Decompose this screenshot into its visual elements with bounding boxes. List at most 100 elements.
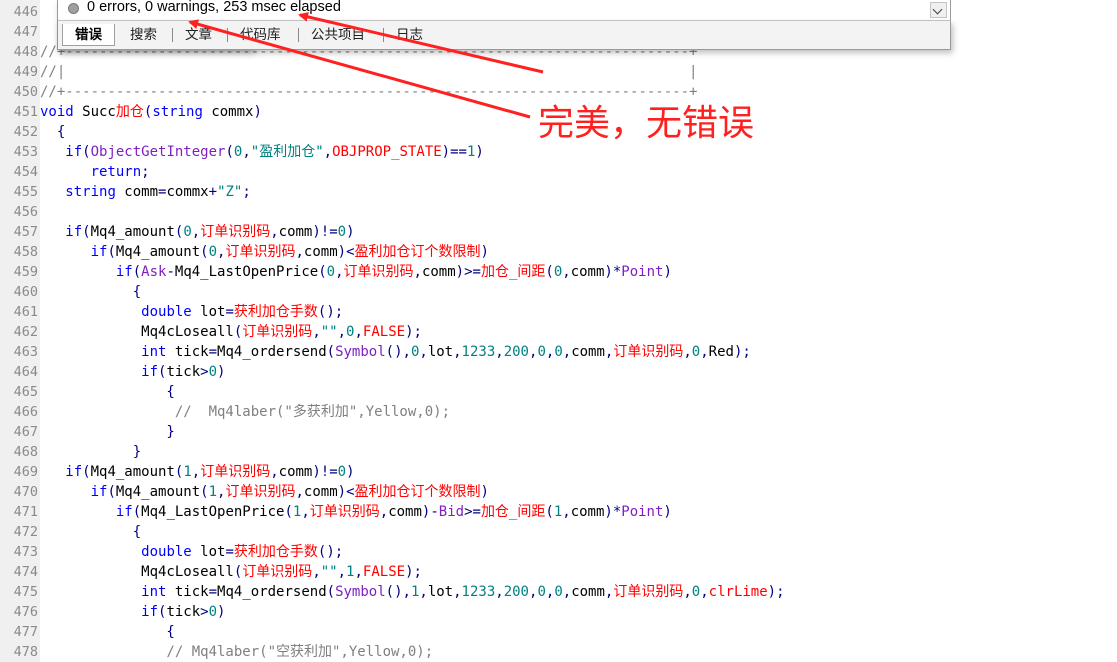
code-line[interactable]: 478 // Mq4laber("空获利加",Yellow,0); — [0, 642, 1117, 662]
code-token: comm — [570, 504, 605, 520]
code-text: if(Mq4_amount(0,订单识别码,comm)<盈利加仓订个数限制) — [40, 242, 489, 262]
code-token: commx — [166, 184, 209, 200]
line-number: 451 — [13, 104, 38, 120]
code-token: if — [65, 144, 83, 160]
code-token: 200 — [503, 584, 529, 600]
code-text: int tick=Mq4_ordersend(Symbol(),1,lot,12… — [40, 582, 784, 602]
code-token: , — [270, 224, 279, 240]
code-line[interactable]: 456 — [0, 202, 1117, 222]
code-token: Mq4_ordersend — [217, 584, 327, 600]
code-line[interactable]: 459 if(Ask-Mq4_LastOpenPrice(0,订单识别码,com… — [0, 262, 1117, 282]
code-token: if — [90, 244, 108, 260]
code-token: lot — [427, 584, 454, 600]
code-line[interactable]: 455 string comm=commx+"Z"; — [0, 182, 1117, 202]
code-line[interactable]: 477 { — [0, 622, 1117, 642]
code-line[interactable]: 463 int tick=Mq4_ordersend(Symbol(),0,lo… — [0, 342, 1117, 362]
code-token: comm — [571, 344, 605, 360]
code-text: void Succ加仓(string commx) — [40, 102, 262, 122]
code-line[interactable]: 464 if(tick>0) — [0, 362, 1117, 382]
code-line[interactable]: 476 if(tick>0) — [0, 602, 1117, 622]
line-number: 477 — [13, 624, 38, 640]
tab-errors[interactable]: 错误 — [62, 24, 115, 46]
code-token: ) — [217, 364, 226, 380]
code-line[interactable]: 469 if(Mq4_amount(1,订单识别码,comm)!=0) — [0, 462, 1117, 482]
code-token: if — [115, 264, 133, 280]
code-line[interactable]: 460 { — [0, 282, 1117, 302]
code-token: 0 — [337, 464, 347, 480]
line-number: 450 — [13, 84, 38, 100]
code-line[interactable]: 467 } — [0, 422, 1117, 442]
line-number: 454 — [13, 164, 38, 180]
code-token: Mq4_ordersend — [217, 344, 327, 360]
code-token: ) — [480, 484, 489, 500]
code-token: 1 — [208, 484, 218, 500]
scroll-down-button[interactable] — [930, 2, 947, 18]
tab-articles[interactable]: 文章 — [173, 24, 224, 46]
tab-public-projects[interactable]: 公共项目 — [299, 24, 377, 46]
code-text: { — [40, 282, 141, 302]
line-number: 462 — [13, 324, 38, 340]
code-text: int tick=Mq4_ordersend(Symbol(),0,lot,12… — [40, 342, 751, 362]
code-token: comm — [571, 584, 605, 600]
code-line[interactable]: 470 if(Mq4_amount(1,订单识别码,comm)<盈利加仓订个数限… — [0, 482, 1117, 502]
code-token: = — [225, 304, 234, 320]
code-token: , — [562, 264, 571, 280]
code-line[interactable]: 454 return; — [0, 162, 1117, 182]
code-text: if(Mq4_amount(0,订单识别码,comm)!=0) — [40, 222, 354, 242]
line-number: 473 — [13, 544, 38, 560]
code-token: 1233 — [461, 584, 496, 600]
code-line[interactable]: 472 { — [0, 522, 1117, 542]
code-token: 200 — [503, 344, 529, 360]
code-token: return — [90, 164, 142, 180]
code-token: Mq4_amount — [90, 224, 175, 240]
code-token: ( — [318, 264, 327, 280]
code-line[interactable]: 465 { — [0, 382, 1117, 402]
tab-journal[interactable]: 日志 — [384, 24, 435, 46]
code-line[interactable]: 458 if(Mq4_amount(0,订单识别码,comm)<盈利加仓订个数限… — [0, 242, 1117, 262]
code-line[interactable]: 475 int tick=Mq4_ordersend(Symbol(),1,lo… — [0, 582, 1117, 602]
code-token: , — [453, 584, 462, 600]
code-token: , — [683, 584, 692, 600]
code-text: Mq4cLoseall(订单识别码,"",0,FALSE); — [40, 322, 422, 342]
line-number: 467 — [13, 424, 38, 440]
code-line[interactable]: 461 double lot=获利加仓手数(); — [0, 302, 1117, 322]
line-number: 474 — [13, 564, 38, 580]
code-text: } — [40, 422, 175, 442]
line-number: 478 — [13, 644, 38, 660]
code-token: 0 — [183, 224, 192, 240]
code-token: , — [337, 564, 347, 580]
error-message-row[interactable]: 0 errors, 0 warnings, 253 msec elapsed — [58, 0, 951, 21]
code-text: return; — [40, 162, 150, 182]
code-token: tick — [166, 604, 201, 620]
code-token: Mq4_LastOpenPrice — [174, 264, 319, 280]
code-line[interactable]: 471 if(Mq4_LastOpenPrice(1,订单识别码,comm)-B… — [0, 502, 1117, 522]
code-token: double — [141, 544, 192, 560]
code-token: , — [323, 144, 333, 160]
line-number: 465 — [13, 384, 38, 400]
code-token: tick — [166, 584, 209, 600]
code-line[interactable]: 457 if(Mq4_amount(0,订单识别码,comm)!=0) — [0, 222, 1117, 242]
code-token: - — [166, 264, 175, 280]
code-token: commx — [202, 104, 254, 120]
code-line[interactable]: 468 } — [0, 442, 1117, 462]
code-token: ( — [82, 144, 91, 160]
code-line[interactable]: 449//| | — [0, 62, 1117, 82]
code-token: // Mq4laber("空获利加",Yellow,0); — [40, 644, 434, 660]
code-line[interactable]: 473 double lot=获利加仓手数(); — [0, 542, 1117, 562]
toolbox-tabbar: 错误 搜索 文章 代码库 公共项目 日志 — [58, 21, 951, 50]
tab-search[interactable]: 搜索 — [118, 24, 169, 46]
code-line[interactable]: 474 Mq4cLoseall(订单识别码,"",1,FALSE); — [0, 562, 1117, 582]
tab-codebase[interactable]: 代码库 — [228, 24, 293, 46]
code-line[interactable]: 466 // Mq4laber("多获利加",Yellow,0); — [0, 402, 1117, 422]
code-token: } — [40, 424, 175, 440]
code-token: )== — [441, 144, 467, 160]
code-token: ) — [253, 104, 262, 120]
line-number: 449 — [13, 64, 38, 80]
code-token: >= — [464, 504, 481, 520]
code-line[interactable]: 462 Mq4cLoseall(订单识别码,"",0,FALSE); — [0, 322, 1117, 342]
code-token: ( — [545, 504, 554, 520]
line-number: 448 — [13, 44, 38, 60]
